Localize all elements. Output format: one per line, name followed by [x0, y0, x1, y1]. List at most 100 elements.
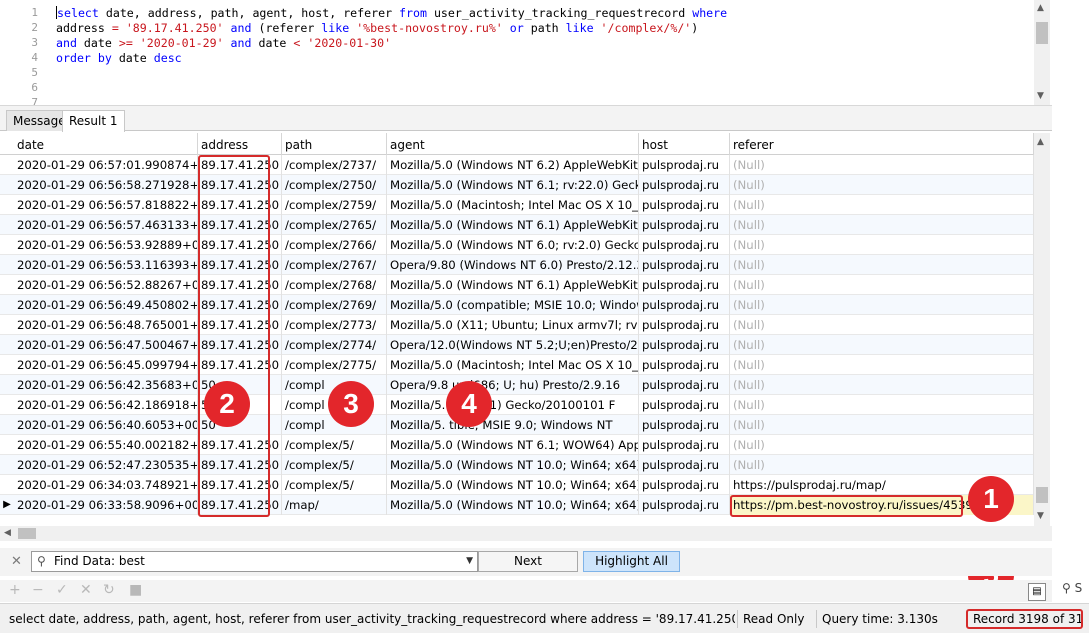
grid-hscroll-thumb[interactable] [18, 528, 36, 539]
table-row[interactable]: 2020-01-29 06:56:47.500467+00 89.17.41.25… [0, 335, 1034, 355]
editor-scroll-thumb[interactable] [1036, 22, 1048, 44]
cell-agent[interactable]: Mozilla/5.0 (Macintosh; Intel Mac OS X 1… [387, 195, 639, 215]
table-row[interactable]: 2020-01-29 06:56:42.35683+00 50/compl Oper… [0, 375, 1034, 395]
cell-host[interactable]: pulsprodaj.ru [639, 215, 730, 235]
cell-referer[interactable]: (Null) [730, 455, 1034, 475]
cell-host[interactable]: pulsprodaj.ru [639, 415, 730, 435]
sql-editor[interactable]: 1 2 3 4 5 6 7 select date, address, path, agen… [0, 0, 1052, 106]
column-header-date[interactable]: date [14, 133, 198, 155]
cell-path[interactable]: /complex/2767/ [282, 255, 387, 275]
discard-icon[interactable]: ✕ [80, 582, 92, 598]
cell-agent[interactable]: Mozilla/5.0 (Macintosh; Intel Mac OS X 1… [387, 355, 639, 375]
highlight-all-button[interactable]: Highlight All [583, 551, 680, 572]
column-header-referer[interactable]: referer [730, 133, 1034, 155]
cell-date[interactable]: 2020-01-29 06:56:42.35683+00 [14, 375, 198, 395]
table-row[interactable]: 2020-01-29 06:56:40.6053+00 50/compl Mozil… [0, 415, 1034, 435]
cell-host[interactable]: pulsprodaj.ru [639, 355, 730, 375]
table-row[interactable]: 2020-01-29 06:56:49.450802+00 89.17.41.25… [0, 295, 1034, 315]
table-row[interactable]: 2020-01-29 06:55:40.002182+00 89.17.41.25… [0, 435, 1034, 455]
cell-agent[interactable]: Mozilla/5.0 (Windows NT 6.1; WOW64) Appl… [387, 435, 639, 455]
close-icon[interactable]: ✕ [11, 554, 22, 569]
scroll-left-icon[interactable]: ◀ [4, 528, 11, 538]
delete-record-icon[interactable]: − [32, 582, 44, 598]
form-view-icon[interactable]: ▤ [1028, 583, 1046, 601]
cell-date[interactable]: 2020-01-29 06:56:53.116393+00 [14, 255, 198, 275]
tab-result-1[interactable]: Result 1 [62, 110, 125, 132]
table-row[interactable]: 2020-01-29 06:56:58.271928+00 89.17.41.25… [0, 175, 1034, 195]
next-button[interactable]: Next [478, 551, 578, 572]
cell-agent[interactable]: Mozilla/5.0 (Windows NT 10.0; Win64; x64… [387, 475, 639, 495]
table-row[interactable]: 2020-01-29 06:56:53.116393+00 89.17.41.25… [0, 255, 1034, 275]
cell-date[interactable]: 2020-01-29 06:33:58.9096+00 [14, 495, 198, 515]
table-row[interactable]: 2020-01-29 06:52:47.230535+00 89.17.41.25… [0, 455, 1034, 475]
cell-agent[interactable]: Mozilla/5.0 (Windows NT 10.0; Win64; x64… [387, 455, 639, 475]
scroll-down-icon[interactable]: ▼ [1037, 91, 1044, 101]
cell-date[interactable]: 2020-01-29 06:56:57.818822+00 [14, 195, 198, 215]
chevron-down-icon[interactable]: ▼ [466, 552, 473, 571]
cell-date[interactable]: 2020-01-29 06:56:45.099794+00 [14, 355, 198, 375]
cell-path[interactable]: /complex/2775/ [282, 355, 387, 375]
cell-host[interactable]: pulsprodaj.ru [639, 295, 730, 315]
grid-horizontal-scrollbar[interactable]: ◀ [0, 526, 1052, 541]
cell-agent[interactable]: Mozilla/5.0 (X11; Ubuntu; Linux armv7l; … [387, 315, 639, 335]
cell-agent[interactable]: Opera/12.0(Windows NT 5.2;U;en)Presto/22… [387, 335, 639, 355]
grid-scroll-down-icon[interactable]: ▼ [1037, 511, 1044, 521]
cell-path[interactable]: /complex/2773/ [282, 315, 387, 335]
cell-date[interactable]: 2020-01-29 06:56:40.6053+00 [14, 415, 198, 435]
cell-referer[interactable]: (Null) [730, 155, 1034, 175]
grid-scroll-thumb[interactable] [1036, 487, 1048, 503]
cell-path[interactable]: /complex/2766/ [282, 235, 387, 255]
cell-referer[interactable]: (Null) [730, 235, 1034, 255]
table-row[interactable]: 2020-01-29 06:56:57.463133+00 89.17.41.25… [0, 215, 1034, 235]
cell-date[interactable]: 2020-01-29 06:56:47.500467+00 [14, 335, 198, 355]
cell-path[interactable]: /complex/2737/ [282, 155, 387, 175]
cell-agent[interactable]: Mozilla/5.0 (Windows NT 6.0; rv:2.0) Gec… [387, 235, 639, 255]
column-header-path[interactable]: path [282, 133, 387, 155]
table-row[interactable]: 2020-01-29 06:34:03.748921+00 89.17.41.25… [0, 475, 1034, 495]
sql-line[interactable]: and date >= '2020-01-29' and date < '202… [56, 36, 391, 50]
cell-referer[interactable]: (Null) [730, 335, 1034, 355]
cell-host[interactable]: pulsprodaj.ru [639, 475, 730, 495]
find-input[interactable]: ⚲ Find Data: best ▼ [31, 551, 478, 572]
cell-date[interactable]: 2020-01-29 06:34:03.748921+00 [14, 475, 198, 495]
cell-path[interactable]: /complex/5/ [282, 475, 387, 495]
table-row[interactable]: 2020-01-29 06:57:01.990874+00 89.17.41.25… [0, 155, 1034, 175]
cell-referer[interactable]: (Null) [730, 395, 1034, 415]
cell-host[interactable]: pulsprodaj.ru [639, 375, 730, 395]
apply-icon[interactable]: ✓ [56, 582, 68, 598]
cell-path[interactable]: /complex/2750/ [282, 175, 387, 195]
cell-referer[interactable]: (Null) [730, 315, 1034, 335]
grid-scroll-up-icon[interactable]: ▲ [1037, 137, 1044, 147]
cell-referer[interactable]: (Null) [730, 435, 1034, 455]
cell-path[interactable]: /complex/5/ [282, 435, 387, 455]
cell-agent[interactable]: Mozilla/5.0 (compatible; MSIE 10.0; Wind… [387, 295, 639, 315]
table-row[interactable]: 2020-01-29 06:56:42.186918+0050/complMoz… [0, 395, 1034, 415]
table-row[interactable]: 2020-01-29 06:56:53.92889+00 89.17.41.250… [0, 235, 1034, 255]
cell-host[interactable]: pulsprodaj.ru [639, 155, 730, 175]
table-row[interactable]: 2020-01-29 06:56:57.818822+00 89.17.41.25… [0, 195, 1034, 215]
cell-referer[interactable]: (Null) [730, 275, 1034, 295]
refresh-icon[interactable]: ↻ [103, 582, 115, 598]
cell-host[interactable]: pulsprodaj.ru [639, 275, 730, 295]
table-row[interactable]: 2020-01-29 06:56:48.765001+00 89.17.41.25… [0, 315, 1034, 335]
cell-agent[interactable]: Mozilla/5.0 (Windows NT 6.1; rv:22.0) Ge… [387, 175, 639, 195]
cell-host[interactable]: pulsprodaj.ru [639, 255, 730, 275]
column-header-host[interactable]: host [639, 133, 730, 155]
cell-referer[interactable]: (Null) [730, 355, 1034, 375]
cell-path[interactable]: /complex/2765/ [282, 215, 387, 235]
cell-path[interactable]: /complex/2759/ [282, 195, 387, 215]
cell-date[interactable]: 2020-01-29 06:56:49.450802+00 [14, 295, 198, 315]
add-record-icon[interactable]: + [9, 582, 21, 598]
cell-date[interactable]: 2020-01-29 06:56:52.88267+00 [14, 275, 198, 295]
cell-path[interactable]: /complex/2769/ [282, 295, 387, 315]
cell-referer[interactable]: (Null) [730, 195, 1034, 215]
cell-date[interactable]: 2020-01-29 06:56:42.186918+00 [14, 395, 198, 415]
cell-host[interactable]: pulsprodaj.ru [639, 435, 730, 455]
cell-path[interactable]: /map/ [282, 495, 387, 515]
cell-host[interactable]: pulsprodaj.ru [639, 235, 730, 255]
cell-agent[interactable]: Mozilla/5. tible; MSIE 9.0; Windows NT [387, 415, 639, 435]
cell-path[interactable]: /complex/5/ [282, 455, 387, 475]
table-row[interactable]: 2020-01-29 06:56:52.88267+00 89.17.41.250… [0, 275, 1034, 295]
cell-agent[interactable]: Opera/9.8 ux i686; U; hu) Presto/2.9.16 [387, 375, 639, 395]
side-search[interactable]: ⚲ S [1062, 581, 1082, 595]
